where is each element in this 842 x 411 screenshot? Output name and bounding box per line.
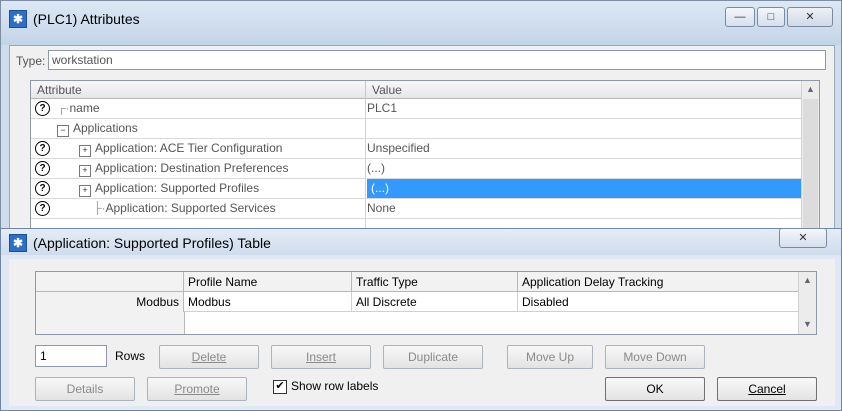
attribute-name: + Application: Supported Profiles [79, 181, 409, 197]
dialog-content: Profile Name Traffic Type Application De… [9, 259, 835, 406]
scroll-up-arrow-icon[interactable]: ▲ [802, 81, 819, 98]
attribute-value[interactable]: (...) [371, 181, 389, 195]
details-button[interactable]: Details [35, 377, 135, 401]
attribute-column-header[interactable]: Attribute [31, 81, 366, 99]
plus-box-icon[interactable]: + [79, 185, 91, 197]
profiles-table-dialog: ✱ (Application: Supported Profiles) Tabl… [0, 228, 842, 411]
table-row[interactable]: ? ┌·name PLC1 [31, 99, 803, 119]
selected-value-cell[interactable] [367, 179, 803, 198]
app-icon: ✱ [9, 10, 27, 28]
table-vertical-scrollbar[interactable]: ▲ ▼ [798, 272, 816, 334]
row-label-header [36, 272, 184, 292]
column-header-delay-tracking[interactable]: Application Delay Tracking [518, 272, 799, 292]
attribute-value[interactable]: Unspecified [367, 141, 430, 155]
attribute-value[interactable]: None [367, 201, 396, 215]
value-column-header[interactable]: Value [366, 81, 803, 99]
plus-box-icon[interactable]: + [79, 165, 91, 177]
delay-tracking-cell[interactable]: Disabled [518, 292, 799, 312]
cancel-button[interactable]: Cancel [717, 377, 817, 401]
table-row[interactable]: ? + Application: Destination Preferences … [31, 159, 803, 179]
attribute-name: + Application: ACE Tier Configuration [79, 141, 409, 157]
dialog-close-button[interactable]: ✕ [779, 228, 827, 248]
row-label[interactable]: Modbus [36, 292, 184, 312]
column-header-traffic-type[interactable]: Traffic Type [352, 272, 518, 292]
help-icon[interactable]: ? [35, 201, 50, 216]
insert-button[interactable]: Insert [271, 345, 371, 369]
table-row[interactable]: ? ├·Application: Supported Services None [31, 199, 803, 219]
attribute-name: − Applications [57, 121, 387, 137]
app-icon: ✱ [9, 234, 27, 252]
minimize-button[interactable]: — [725, 7, 755, 27]
duplicate-button[interactable]: Duplicate [383, 345, 483, 369]
show-row-labels-checkbox[interactable]: ✔ [273, 380, 287, 394]
attribute-value[interactable]: PLC1 [367, 101, 397, 115]
scroll-down-arrow-icon[interactable]: ▼ [799, 316, 816, 333]
title-bar[interactable]: ✱ (PLC1) Attributes — □ ✕ [1, 1, 841, 45]
table-row[interactable]: − Applications [31, 119, 803, 139]
delete-button[interactable]: Delete [159, 345, 259, 369]
table-row[interactable]: ? + Application: ACE Tier Configuration U… [31, 139, 803, 159]
scrollbar-thumb[interactable] [803, 99, 818, 239]
attribute-name: ┌·name [57, 101, 100, 115]
rows-count-input[interactable]: 1 [35, 345, 107, 367]
dialog-title-bar[interactable]: ✱ (Application: Supported Profiles) Tabl… [1, 228, 841, 255]
rows-label: Rows [115, 349, 146, 363]
type-field[interactable]: workstation [48, 50, 826, 70]
profile-name-cell[interactable]: Modbus [184, 292, 352, 312]
scroll-up-arrow-icon[interactable]: ▲ [799, 272, 816, 289]
plus-box-icon[interactable]: + [79, 145, 91, 157]
promote-button[interactable]: Promote [147, 377, 247, 401]
window-title: (PLC1) Attributes [33, 11, 140, 27]
table-row-selected[interactable]: ? + Application: Supported Profiles (...) [31, 179, 803, 199]
help-icon[interactable]: ? [35, 101, 50, 116]
show-row-labels-label[interactable]: Show row labels [291, 379, 378, 393]
move-down-button[interactable]: Move Down [605, 345, 705, 369]
maximize-button[interactable]: □ [757, 7, 785, 27]
traffic-type-cell[interactable]: All Discrete [352, 292, 518, 312]
close-button[interactable]: ✕ [787, 7, 833, 27]
profiles-table[interactable]: Profile Name Traffic Type Application De… [35, 271, 817, 335]
minus-box-icon[interactable]: − [57, 125, 69, 137]
attribute-value[interactable]: (...) [367, 161, 385, 175]
ok-button[interactable]: OK [605, 377, 705, 401]
attribute-name: + Application: Destination Preferences [79, 161, 409, 177]
help-icon[interactable]: ? [35, 161, 50, 176]
dialog-title: (Application: Supported Profiles) Table [33, 235, 271, 251]
help-icon[interactable]: ? [35, 141, 50, 156]
column-header-profile-name[interactable]: Profile Name [184, 272, 352, 292]
type-label: Type: [16, 54, 46, 68]
help-icon[interactable]: ? [35, 181, 50, 196]
move-up-button[interactable]: Move Up [507, 345, 593, 369]
row-label-empty [36, 312, 185, 334]
